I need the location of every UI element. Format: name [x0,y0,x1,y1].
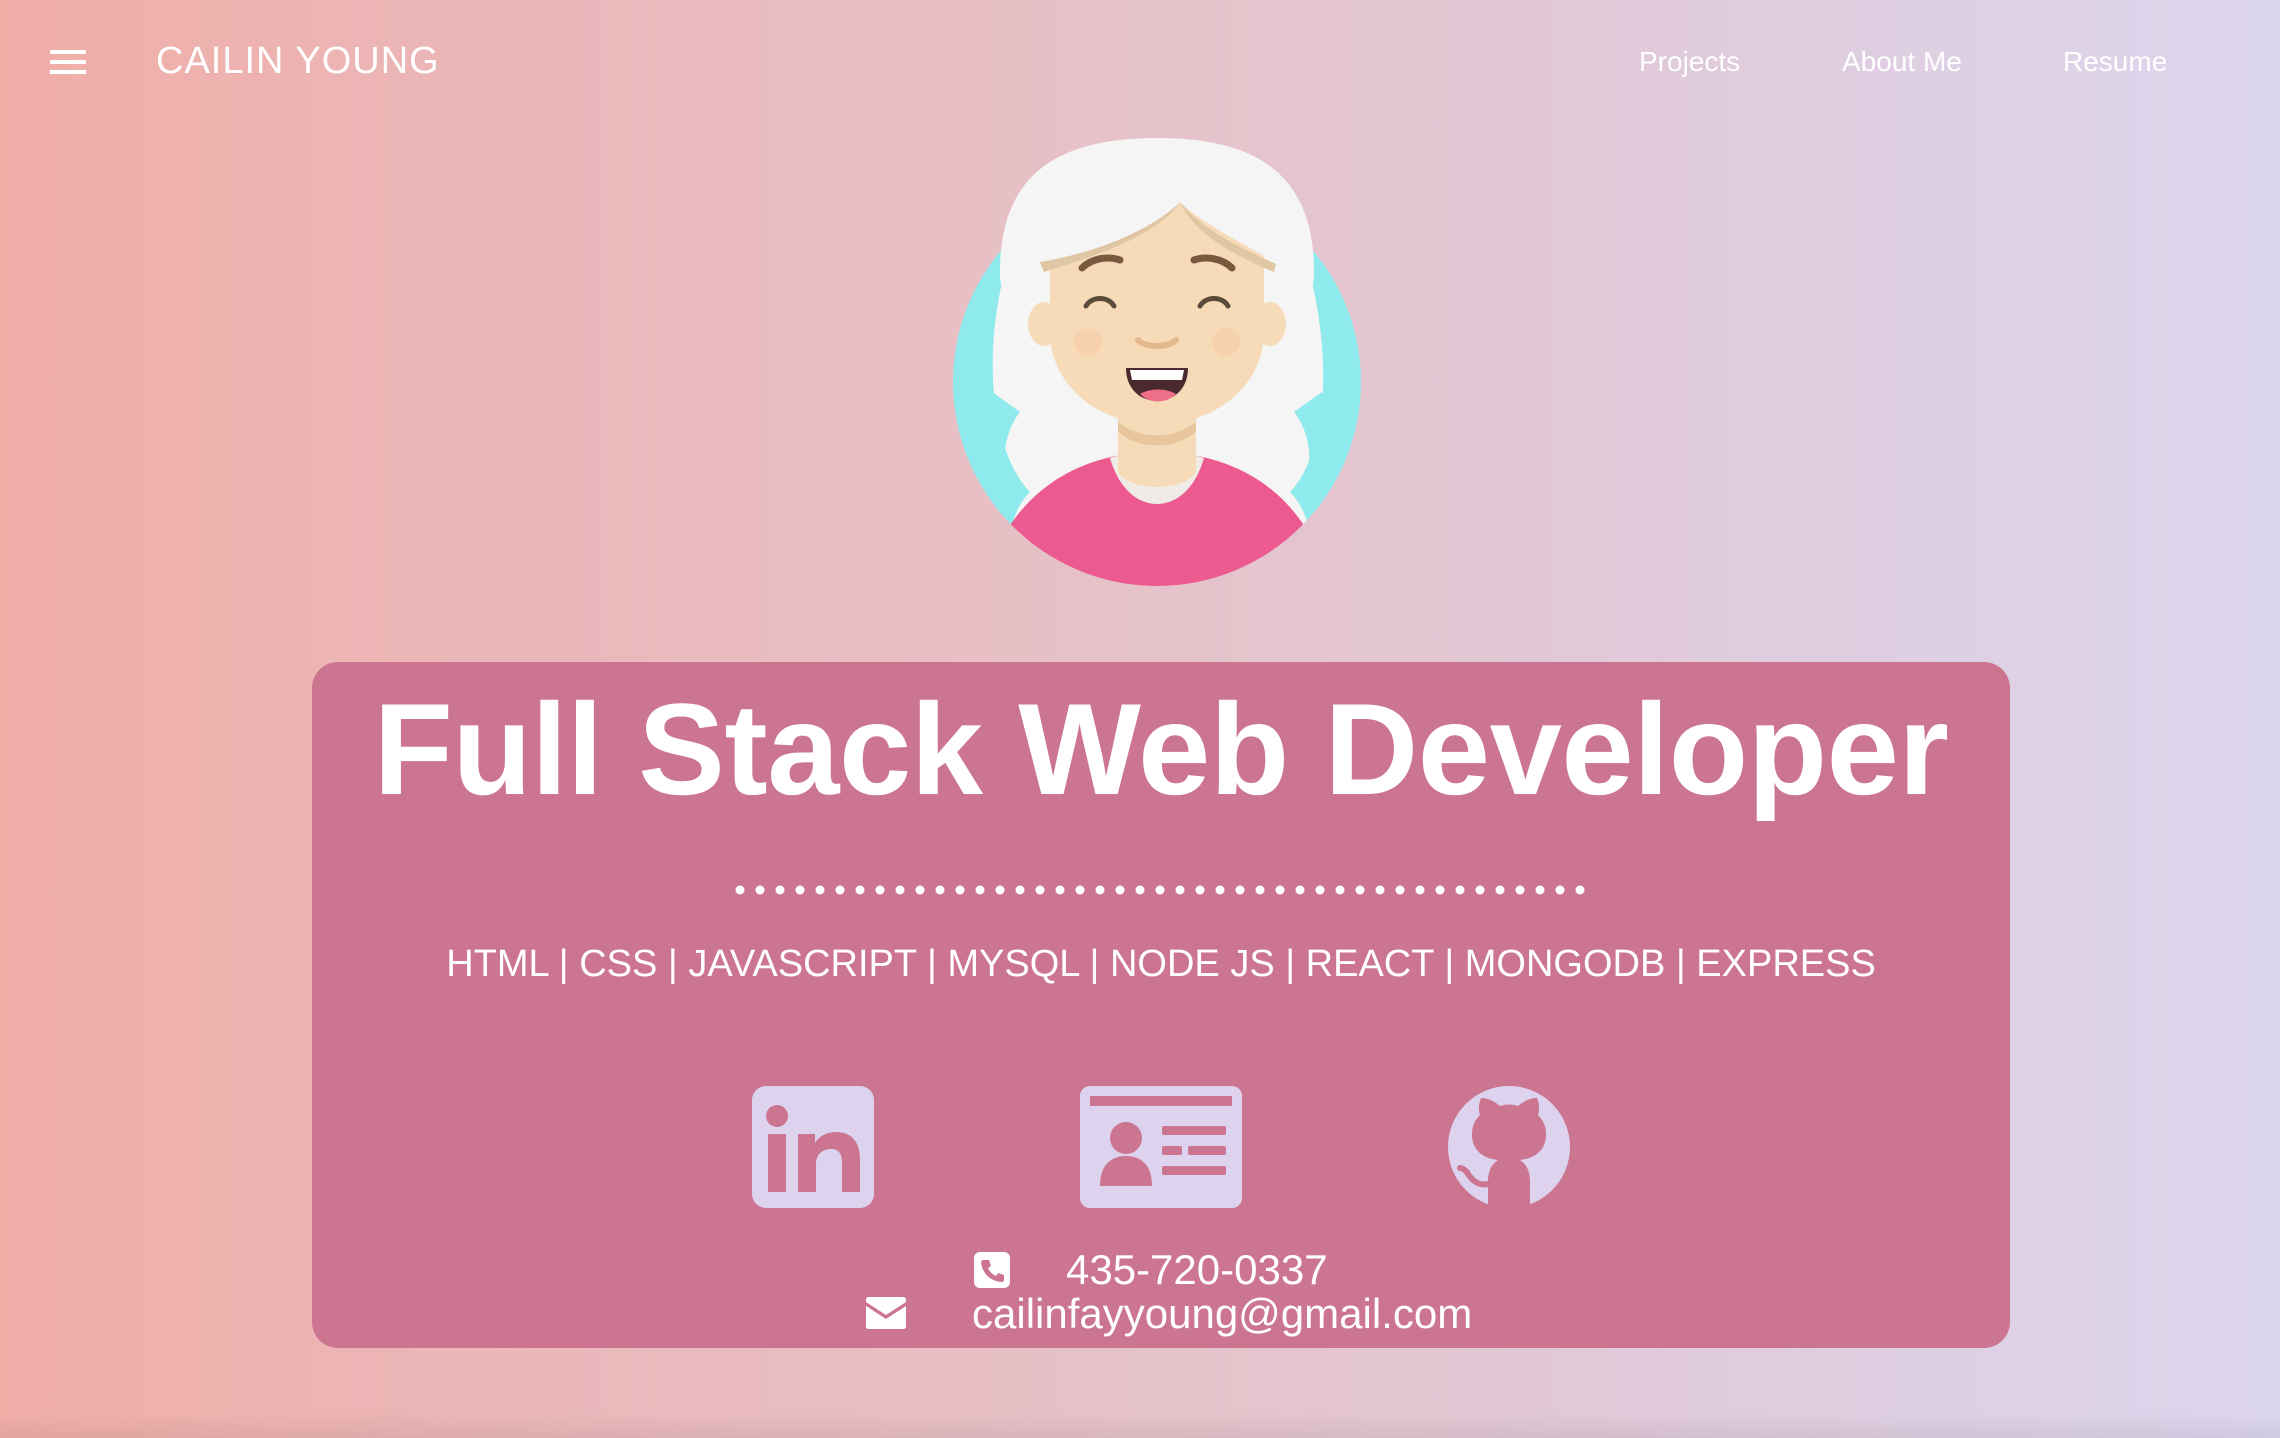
hero-card: Full Stack Web Developer HTML | CSS | JA… [312,662,2010,1348]
envelope-icon [866,1297,906,1329]
divider-dot [1495,885,1505,895]
hamburger-menu-icon[interactable] [46,44,90,80]
divider-dot [755,885,765,895]
divider-dot [1535,885,1545,895]
divider-dot [1235,885,1245,895]
divider-dot [815,885,825,895]
divider-dot [1275,885,1285,895]
linkedin-icon[interactable] [752,1086,874,1208]
avatar [953,138,1361,586]
github-icon[interactable] [1448,1086,1570,1208]
divider-dot [975,885,985,895]
divider-dot [1135,885,1145,895]
skills-list: HTML | CSS | JAVASCRIPT | MYSQL | NODE J… [446,943,1876,985]
nav-about-me[interactable]: About Me [1842,44,1962,80]
bottom-shadow [0,1412,2280,1438]
divider-dot [795,885,805,895]
divider-dot [1255,885,1265,895]
divider-dot [1575,885,1585,895]
divider-dot [1455,885,1465,895]
divider-dot [1395,885,1405,895]
divider-dot [1315,885,1325,895]
divider-dot [735,885,745,895]
divider-dot [1415,885,1425,895]
site-brand[interactable]: CAILIN YOUNG [156,38,440,84]
divider-dot [1515,885,1525,895]
divider-dot [915,885,925,895]
divider-dot [1115,885,1125,895]
id-card-icon[interactable] [1080,1086,1242,1208]
divider-dot [835,885,845,895]
divider-dot [1475,885,1485,895]
divider-dot [1555,885,1565,895]
divider-dot [855,885,865,895]
divider-dot [1215,885,1225,895]
divider-dot [1375,885,1385,895]
divider-dot [895,885,905,895]
divider-dot [935,885,945,895]
top-navbar: CAILIN YOUNG Projects About Me Resume [0,0,2280,124]
divider-dot [1295,885,1305,895]
divider-dot [1175,885,1185,895]
divider-dot [1335,885,1345,895]
divider-dot [1075,885,1085,895]
divider-dot [875,885,885,895]
hero-title: Full Stack Web Developer [373,676,1949,822]
dotted-divider [735,885,1585,895]
divider-dot [1355,885,1365,895]
divider-dot [1055,885,1065,895]
divider-dot [1155,885,1165,895]
nav-resume[interactable]: Resume [2063,44,2167,80]
divider-dot [1435,885,1445,895]
divider-dot [955,885,965,895]
email-address[interactable]: cailinfayyoung@gmail.com [972,1290,1472,1338]
divider-dot [1035,885,1045,895]
divider-dot [1195,885,1205,895]
nav-projects[interactable]: Projects [1639,44,1740,80]
divider-dot [1015,885,1025,895]
divider-dot [995,885,1005,895]
divider-dot [1095,885,1105,895]
phone-icon [974,1252,1010,1288]
divider-dot [775,885,785,895]
phone-number[interactable]: 435-720-0337 [1066,1246,1328,1294]
